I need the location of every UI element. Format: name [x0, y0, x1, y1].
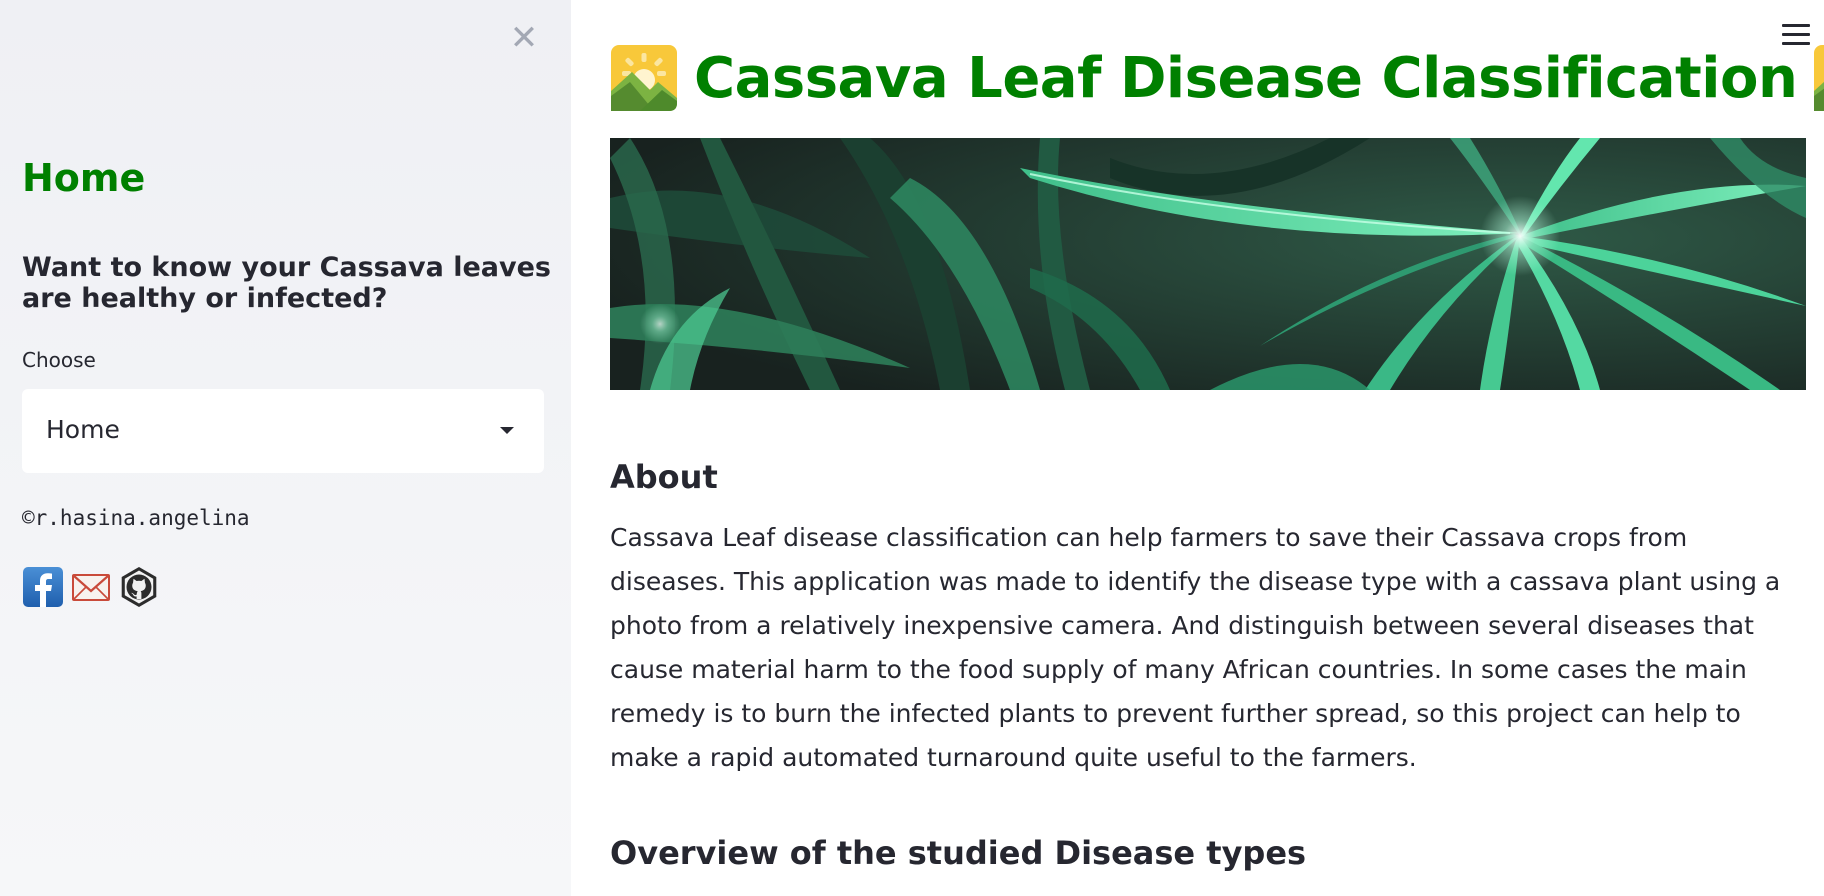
overview-heading: Overview of the studied Disease types [610, 834, 1307, 872]
copyright-text: ©r.hasina.angelina [22, 506, 250, 530]
cassava-leaves-banner [610, 138, 1806, 390]
sidebar-question: Want to know your Cassava leaves are hea… [22, 252, 551, 314]
sidebar-title: Home [22, 156, 146, 200]
close-sidebar-button[interactable]: ✕ [508, 21, 540, 55]
sunrise-over-mountains-icon [1814, 45, 1824, 111]
github-icon[interactable] [118, 566, 160, 608]
sunrise-over-mountains-icon [611, 45, 677, 111]
page-select-value: Home [46, 415, 120, 444]
sidebar: ✕ Home Want to know your Cassava leaves … [0, 0, 571, 896]
title-row: Cassava Leaf Disease Classification [610, 42, 1824, 114]
caret-down-icon [500, 427, 514, 434]
page-select[interactable]: Home [22, 389, 544, 473]
banner-image [610, 138, 1806, 390]
about-text: Cassava Leaf disease classification can … [610, 523, 1781, 772]
facebook-icon[interactable] [22, 566, 64, 608]
about-heading: About [610, 458, 718, 496]
social-links [22, 566, 160, 608]
close-icon: ✕ [509, 18, 539, 58]
page-title: Cassava Leaf Disease Classification [694, 45, 1798, 111]
choose-label: Choose [22, 348, 96, 372]
mail-icon[interactable] [70, 566, 112, 608]
